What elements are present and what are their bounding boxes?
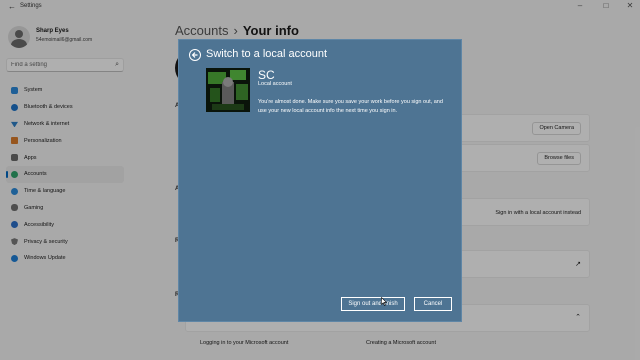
mouse-cursor-icon [381,297,387,306]
account-picture [206,68,250,112]
back-arrow-icon[interactable] [189,49,201,61]
switch-local-account-dialog: Switch to a local account SC Local accou… [178,39,462,322]
dialog-title: Switch to a local account [206,48,328,60]
cancel-button[interactable]: Cancel [414,297,452,311]
account-name: SC [258,68,275,82]
sign-out-finish-button[interactable]: Sign out and finish [341,297,405,311]
account-type: Local account [258,81,292,87]
dialog-message: You're almost done. Make sure you save y… [258,99,443,114]
